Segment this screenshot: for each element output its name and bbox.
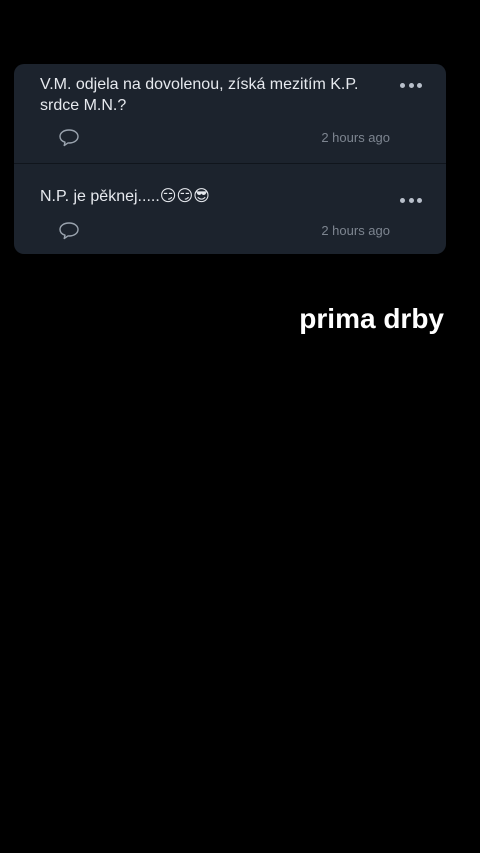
post-text: N.P. je pěknej.....😏😏😎 — [40, 188, 210, 205]
posts-card: V.M. odjela na dovolenou, získá mezitím … — [14, 64, 446, 254]
ellipsis-icon — [408, 82, 414, 88]
ellipsis-icon — [400, 197, 405, 203]
ellipsis-icon — [417, 197, 422, 203]
ellipsis-icon — [408, 197, 414, 203]
post-text: V.M. odjela na dovolenou, získá mezitím … — [40, 76, 359, 114]
story-screen: V.M. odjela na dovolenou, získá mezitím … — [0, 0, 480, 853]
post-timestamp: 2 hours ago — [321, 130, 390, 145]
more-options-button[interactable] — [400, 195, 422, 205]
post-item[interactable]: V.M. odjela na dovolenou, získá mezitím … — [14, 64, 446, 163]
comment-button[interactable] — [58, 128, 80, 148]
ellipsis-icon — [417, 82, 422, 88]
ellipsis-icon — [400, 82, 405, 88]
more-options-button[interactable] — [400, 80, 422, 90]
post-timestamp: 2 hours ago — [321, 223, 390, 238]
post-item[interactable]: N.P. je pěknej.....😏😏😎 2 hours ago — [14, 164, 446, 254]
comment-bubble-icon — [59, 222, 79, 240]
comment-bubble-icon — [59, 129, 79, 147]
comment-button[interactable] — [58, 221, 80, 241]
story-caption: prima drby — [299, 303, 444, 334]
